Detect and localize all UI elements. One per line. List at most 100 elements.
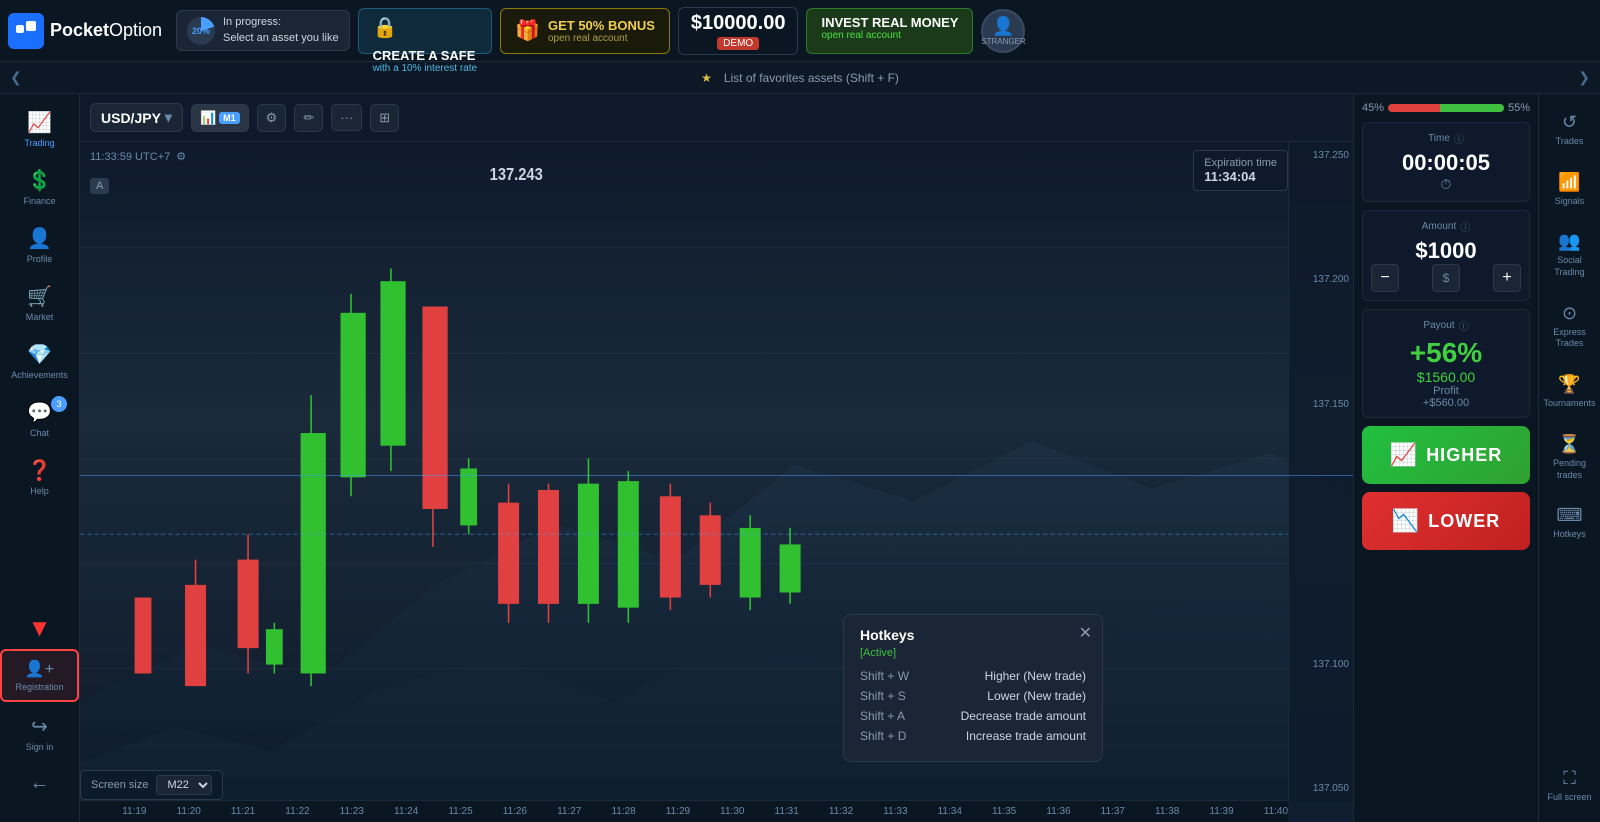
- price-label-5: 137.050: [1293, 783, 1349, 794]
- chart-draw[interactable]: ✏: [294, 104, 323, 132]
- asset-name: USD/JPY: [101, 110, 161, 126]
- payout-label: Payout ⓘ: [1371, 318, 1521, 333]
- left-sidebar: 📈 Trading 💲 Finance 👤 Profile 🛒 Market 💎…: [0, 94, 80, 822]
- sidebar-item-help[interactable]: ❓ Help: [0, 450, 79, 504]
- amount-decrease[interactable]: −: [1371, 264, 1399, 292]
- rs-item-signals[interactable]: 📶 Signals: [1539, 162, 1600, 218]
- time-section: Time ⓘ 00:00:05 ⏱: [1362, 122, 1530, 202]
- get-bonus-button[interactable]: 🎁 GET 50% BONUS open real account: [500, 8, 670, 54]
- rs-label-trades: Trades: [1556, 136, 1584, 148]
- hotkeys-close[interactable]: ✕: [1079, 623, 1092, 643]
- sidebar-item-achievements[interactable]: 💎 Achievements: [0, 334, 79, 388]
- lower-button[interactable]: 📉 LOWER: [1362, 492, 1530, 550]
- time-label-11: 11:29: [666, 806, 690, 817]
- hotkey-row-3: Shift + A Decrease trade amount: [860, 709, 1086, 723]
- rs-item-hotkeys[interactable]: ⌨ Hotkeys: [1539, 495, 1600, 551]
- time-label-5: 11:23: [340, 806, 364, 817]
- sidebar-item-back[interactable]: ←: [0, 764, 79, 806]
- time-label-9: 11:27: [557, 806, 581, 817]
- rs-item-social[interactable]: 👥 Social Trading: [1539, 221, 1600, 288]
- fav-arrow-right[interactable]: ❯: [1568, 69, 1600, 86]
- expiration-panel: Expiration time 11:34:04: [1193, 150, 1288, 191]
- balance-mode: DEMO: [717, 37, 759, 50]
- tournaments-icon: 🏆: [1558, 374, 1580, 395]
- screen-size-bar: Screen size M22 M11 M44: [80, 770, 223, 800]
- amount-info-icon: ⓘ: [1460, 219, 1470, 234]
- sidebar-item-profile[interactable]: 👤 Profile: [0, 218, 79, 272]
- chart-more[interactable]: ···: [331, 104, 362, 131]
- balance-amount: $10000.00: [691, 12, 786, 35]
- time-axis: 11:19 11:20 11:21 11:22 11:23 11:24 11:2…: [80, 800, 1288, 822]
- time-label: Time ⓘ: [1371, 131, 1521, 146]
- sidebar-label-signin: Sign in: [26, 742, 54, 752]
- chart-settings[interactable]: ⚙: [257, 104, 287, 132]
- settings-icon: ⚙: [266, 110, 278, 126]
- avatar[interactable]: 👤 STRANGER: [981, 9, 1025, 53]
- time-clock-icon[interactable]: ⏱: [1371, 176, 1521, 193]
- signals-icon: 📶: [1558, 172, 1580, 193]
- back-icon: ←: [30, 772, 50, 795]
- sidebar-label-finance: Finance: [23, 196, 55, 206]
- svg-text:137.243: 137.243: [490, 165, 543, 185]
- time-label-18: 11:36: [1046, 806, 1070, 817]
- hotkey-key-4: Shift + D: [860, 729, 906, 743]
- amount-increase[interactable]: +: [1493, 264, 1521, 292]
- chart-grid[interactable]: ⊞: [370, 104, 399, 132]
- screen-size-select[interactable]: M22 M11 M44: [156, 775, 212, 795]
- price-label-3: 137.150: [1293, 399, 1349, 410]
- candlestick-chart: 137.243: [80, 142, 1288, 800]
- sidebar-item-signin[interactable]: ↪ Sign in: [0, 706, 79, 760]
- time-info-icon: ⓘ: [1454, 131, 1464, 146]
- rs-label-signals: Signals: [1555, 196, 1585, 208]
- balance-display: $10000.00 DEMO: [678, 7, 799, 55]
- grid-icon: ⊞: [379, 110, 390, 126]
- sidebar-label-profile: Profile: [27, 254, 53, 264]
- sidebar-item-market[interactable]: 🛒 Market: [0, 276, 79, 330]
- amount-controls: − $ +: [1371, 264, 1521, 292]
- hotkeys-popup: ✕ Hotkeys [Active] Shift + W Higher (New…: [843, 614, 1103, 762]
- invest-label: INVEST REAL MONEY: [821, 15, 958, 30]
- express-icon: ⊙: [1562, 303, 1577, 324]
- sidebar-item-finance[interactable]: 💲 Finance: [0, 160, 79, 214]
- rs-item-pending[interactable]: ⏳ Pending trades: [1539, 424, 1600, 491]
- time-label-15: 11:33: [883, 806, 907, 817]
- sidebar-item-trading[interactable]: 📈 Trading: [0, 102, 79, 156]
- asset-selector[interactable]: USD/JPY ▾: [90, 103, 183, 132]
- favorites-bar: ❮ ★ List of favorites assets (Shift + F)…: [0, 62, 1600, 94]
- rs-item-tournaments[interactable]: 🏆 Tournaments: [1539, 364, 1600, 420]
- get-bonus-label: GET 50% BONUS: [548, 18, 655, 33]
- rs-item-express[interactable]: ⊙ Express Trades: [1539, 293, 1600, 360]
- sidebar-label-chat: Chat: [30, 428, 49, 438]
- time-label-16: 11:34: [938, 806, 962, 817]
- fav-arrow-left[interactable]: ❮: [0, 69, 32, 86]
- time-label-13: 11:31: [775, 806, 799, 817]
- higher-button[interactable]: 📈 HIGHER: [1362, 426, 1530, 484]
- amount-label: Amount ⓘ: [1371, 219, 1521, 234]
- amount-currency[interactable]: $: [1432, 264, 1460, 292]
- sidebar-item-chat[interactable]: 3 💬 Chat: [0, 392, 79, 446]
- sidebar-item-registration[interactable]: 👤+ Registration: [0, 649, 79, 702]
- progress-circle: 20%: [187, 17, 215, 45]
- rs-item-trades[interactable]: ↺ Trades: [1539, 102, 1600, 158]
- payout-section: Payout ⓘ +56% $1560.00 Profit +$560.00: [1362, 309, 1530, 418]
- candles-container: 137.243: [80, 142, 1288, 800]
- chart-toolbar: USD/JPY ▾ 📊 M1 ⚙ ✏ ··· ⊞: [80, 94, 1353, 142]
- time-label-6: 11:24: [394, 806, 418, 817]
- hotkey-desc-4: Increase trade amount: [966, 729, 1086, 743]
- chart-type-candle[interactable]: 📊 M1: [191, 104, 249, 132]
- rs-item-fullscreen[interactable]: ⛶ Full screen: [1539, 758, 1600, 814]
- hotkey-desc-2: Lower (New trade): [987, 689, 1086, 703]
- time-label-8: 11:26: [503, 806, 527, 817]
- hotkey-key-2: Shift + S: [860, 689, 906, 703]
- rs-label-fullscreen: Full screen: [1547, 792, 1591, 804]
- create-safe-label: CREATE A SAFE: [373, 48, 478, 63]
- sidebar-label-help: Help: [30, 486, 49, 496]
- rs-label-pending: Pending trades: [1543, 458, 1596, 481]
- signin-icon: ↪: [31, 714, 48, 739]
- expiration-label: Expiration time: [1204, 157, 1277, 169]
- invest-button[interactable]: INVEST REAL MONEY open real account: [806, 8, 973, 54]
- help-icon: ❓: [27, 458, 52, 483]
- create-safe-button[interactable]: 🔒 CREATE A SAFE with a 10% interest rate: [358, 8, 493, 54]
- time-label-22: 11:40: [1264, 806, 1288, 817]
- payout-profit-label: Profit: [1371, 385, 1521, 397]
